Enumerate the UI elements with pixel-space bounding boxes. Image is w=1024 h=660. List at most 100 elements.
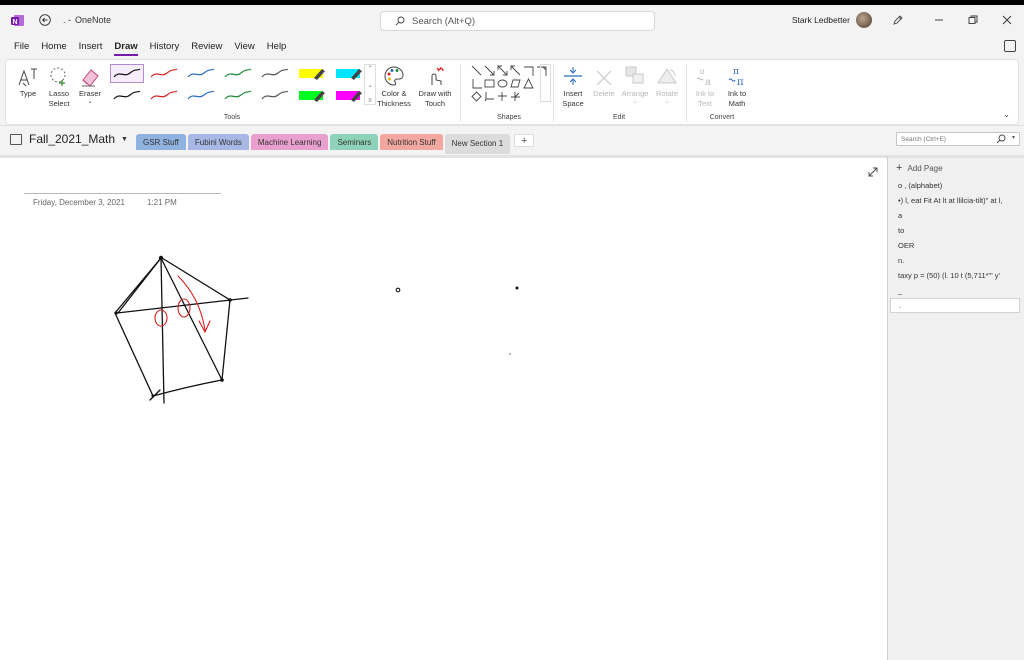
search-scope-dropdown-icon[interactable]: ▼ xyxy=(1011,135,1016,141)
edit-group-label: Edit xyxy=(612,114,626,121)
color-thickness-button[interactable]: Color & Thickness xyxy=(374,63,414,109)
page-list-item[interactable]: _ xyxy=(888,283,1024,298)
axes-cross-shape-icon[interactable] xyxy=(496,90,509,103)
menu-home[interactable]: Home xyxy=(35,35,72,57)
page-list-item[interactable]: OER xyxy=(888,238,1024,253)
menu-file[interactable]: File xyxy=(8,35,35,57)
rotate-button[interactable]: Rotate ⌄ xyxy=(652,63,682,105)
section-tabs: GSR Stuff Fubini Words Machine Learning Sem… xyxy=(136,134,535,154)
arrange-button[interactable]: Arrange ⌄ xyxy=(620,63,650,105)
pen-1-1[interactable] xyxy=(110,64,144,83)
page-canvas[interactable]: Friday, December 3, 2021 1:21 PM xyxy=(0,155,887,660)
highlighter-2-7[interactable] xyxy=(332,86,366,105)
avatar[interactable] xyxy=(856,12,872,28)
shapes-gallery-scroll[interactable] xyxy=(540,64,551,102)
page-list-item[interactable]: •) l, eat Fit At lt at llilcia-tilt)" at… xyxy=(888,193,1024,208)
page-list-item[interactable]: . xyxy=(890,298,1020,313)
menu-view[interactable]: View xyxy=(228,35,260,57)
page-search-placeholder: Search (Ctrl+E) xyxy=(901,135,946,143)
pen-1-5[interactable] xyxy=(258,64,292,83)
minimize-icon[interactable] xyxy=(922,5,956,35)
ribbon: Type Lasso Select Eraser ⌄ ⌃ ⌄ ≡ Color &… xyxy=(0,57,1024,126)
ink-drawing[interactable] xyxy=(0,158,887,660)
search-box[interactable]: Search (Alt+Q) xyxy=(380,11,655,31)
svg-text:a: a xyxy=(700,66,705,76)
highlighter-2-6[interactable] xyxy=(295,86,329,105)
eraser-button[interactable]: Eraser ⌄ xyxy=(76,63,104,105)
double-arrow-shape-icon[interactable] xyxy=(496,64,509,77)
lasso-select-button[interactable]: Lasso Select xyxy=(44,63,74,109)
restore-icon[interactable] xyxy=(956,5,990,35)
close-icon[interactable] xyxy=(990,5,1024,35)
highlighter-1-6[interactable] xyxy=(295,64,329,83)
pen-1-2[interactable] xyxy=(147,64,181,83)
delete-label: Delete xyxy=(593,89,615,98)
menu-history[interactable]: History xyxy=(144,35,186,57)
chevron-down-icon[interactable]: ⌄ xyxy=(367,82,372,89)
eraser-chevron-down-icon[interactable]: ⌄ xyxy=(87,99,92,105)
collapse-ribbon-icon[interactable]: ⌄ xyxy=(1003,110,1010,119)
chevron-up-icon[interactable]: ⌃ xyxy=(367,65,372,72)
pen-2-5[interactable] xyxy=(258,86,292,105)
delete-button[interactable]: Delete xyxy=(590,63,618,99)
ink-dot xyxy=(220,378,224,382)
page-list-item[interactable]: taxy p = (50) (l. 10 t (5,711*'" y' xyxy=(888,268,1024,283)
notebooks-pane-icon[interactable] xyxy=(1004,40,1016,52)
back-icon[interactable] xyxy=(38,13,52,27)
menu-help[interactable]: Help xyxy=(261,35,293,57)
page-list-item[interactable]: to xyxy=(888,223,1024,238)
line-shape-icon[interactable] xyxy=(470,64,483,77)
insert-space-button[interactable]: Insert Space xyxy=(558,63,588,109)
pen-2-4[interactable] xyxy=(221,86,255,105)
arrange-chevron-down-icon[interactable]: ⌄ xyxy=(632,99,637,105)
parallelogram-shape-icon[interactable] xyxy=(509,77,522,90)
section-tab[interactable]: Seminars xyxy=(330,134,379,150)
pen-2-1[interactable] xyxy=(110,86,144,105)
ink-to-text-icon: aa xyxy=(694,63,716,87)
axes-3d-shape-icon[interactable] xyxy=(483,90,496,103)
search-placeholder: Search (Alt+Q) xyxy=(412,15,476,27)
ellipse-shape-icon[interactable] xyxy=(496,77,509,90)
section-tab[interactable]: Fubini Words xyxy=(187,134,249,150)
draw-with-touch-button[interactable]: Draw with Touch xyxy=(414,63,456,109)
section-tab[interactable]: Nutrition Stuff xyxy=(380,134,443,150)
rotate-chevron-down-icon[interactable]: ⌄ xyxy=(664,99,669,105)
menu-draw[interactable]: Draw xyxy=(108,35,143,57)
user-name[interactable]: Stark Ledbetter xyxy=(792,15,850,25)
axes-cross2-shape-icon[interactable] xyxy=(509,90,522,103)
search-icon[interactable] xyxy=(996,134,1006,146)
more-icon[interactable]: ≡ xyxy=(368,98,372,104)
triangle-shape-icon[interactable] xyxy=(522,77,535,90)
pen-2-2[interactable] xyxy=(147,86,181,105)
add-section-button[interactable]: + xyxy=(514,134,535,147)
menu-insert[interactable]: Insert xyxy=(73,35,109,57)
page-list-item[interactable]: a xyxy=(888,208,1024,223)
pen-1-4[interactable] xyxy=(221,64,255,83)
axis2-shape-icon[interactable] xyxy=(470,77,483,90)
diamond-shape-icon[interactable] xyxy=(470,90,483,103)
ink-to-math-button[interactable]: ππ Ink to Math xyxy=(722,63,752,109)
section-tab[interactable]: Machine Learning xyxy=(250,134,329,150)
type-button[interactable]: Type xyxy=(14,63,42,99)
rectangle-shape-icon[interactable] xyxy=(483,77,496,90)
menu-review[interactable]: Review xyxy=(185,35,228,57)
pen-2-3[interactable] xyxy=(184,86,218,105)
notebook-icon[interactable] xyxy=(10,134,22,145)
page-list-item[interactable]: o , (alphabet) xyxy=(888,178,1024,193)
notebook-name[interactable]: Fall_2021_Math xyxy=(29,132,115,146)
highlighter-1-7[interactable] xyxy=(332,64,366,83)
pen-1-3[interactable] xyxy=(184,64,218,83)
ink-dot xyxy=(114,311,118,315)
section-tab[interactable]: New Section 1 xyxy=(444,134,511,154)
section-tab[interactable]: GSR Stuff xyxy=(136,134,186,150)
arrow-up-left-shape-icon[interactable] xyxy=(509,64,522,77)
axis-shape-icon[interactable] xyxy=(522,64,535,77)
ink-to-text-button[interactable]: aa Ink to Text xyxy=(690,63,720,109)
notebook-dropdown-icon[interactable]: ▼ xyxy=(121,136,128,143)
add-page-button[interactable]: + Add Page xyxy=(888,158,1024,178)
menu-bar: File Home Insert Draw History Review Vie… xyxy=(0,35,1024,57)
arrow-shape-icon[interactable] xyxy=(483,64,496,77)
page-list-item[interactable]: n. xyxy=(888,253,1024,268)
page-search-input[interactable]: Search (Ctrl+E) ▼ xyxy=(896,132,1020,146)
pen-icon[interactable] xyxy=(892,14,904,26)
